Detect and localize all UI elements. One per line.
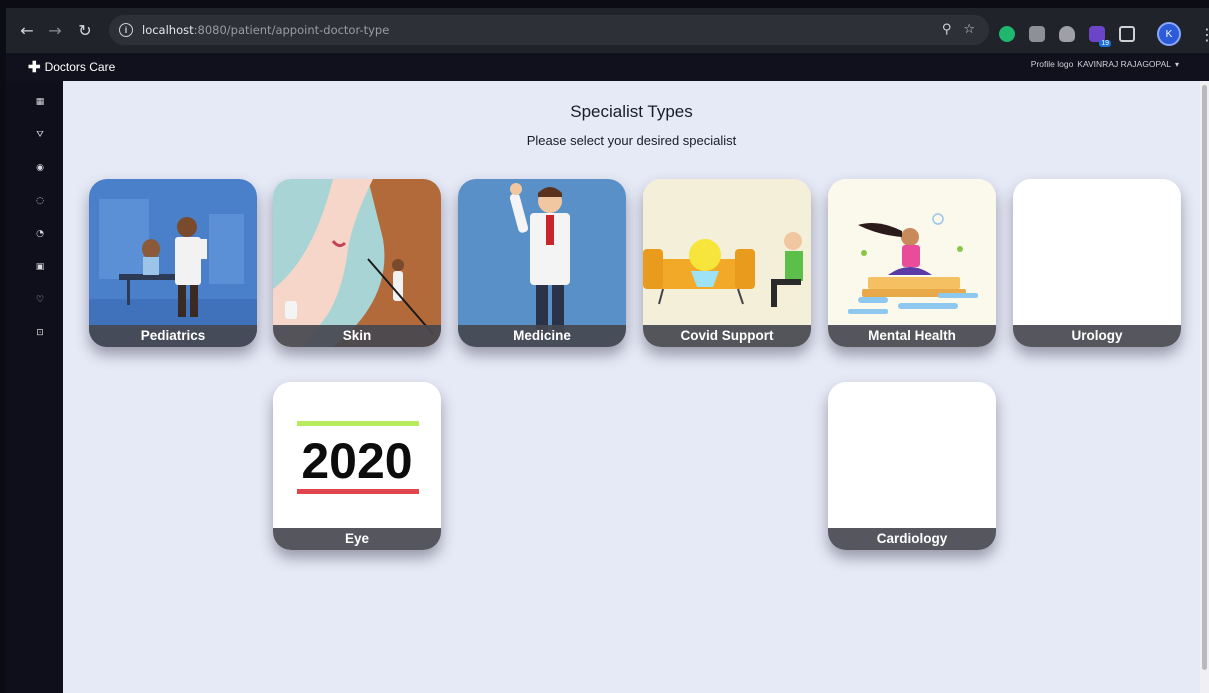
skin-illustration (273, 179, 441, 347)
specialist-card-urology[interactable]: Urology (1013, 179, 1181, 347)
app-navbar: ✚ Doctors Care Profile logo KAVINRAJ RAJ… (6, 53, 1209, 81)
clock-icon[interactable]: ◔ (35, 229, 45, 239)
eye-card-text: 2020 (301, 433, 412, 489)
filter-icon[interactable]: ⛛ (35, 130, 45, 140)
site-info-icon[interactable]: i (119, 23, 133, 37)
specialist-card-eye[interactable]: 2020 Eye (273, 382, 441, 550)
specialist-card-medicine[interactable]: Medicine (458, 179, 626, 347)
extension-icon[interactable]: 19 (1089, 26, 1111, 47)
medicine-illustration (458, 179, 626, 347)
extension-icon[interactable] (1029, 26, 1045, 42)
grammarly-extension-icon[interactable] (999, 26, 1015, 42)
chat-icon[interactable]: ◌ (35, 196, 45, 206)
plus-logo-icon: ✚ (28, 59, 41, 76)
specialist-label: Medicine (458, 325, 626, 347)
address-bar[interactable]: i localhost:8080/patient/appoint-doctor-… (109, 15, 989, 45)
heart-icon[interactable]: ♡ (35, 295, 45, 305)
user-name: KAVINRAJ RAJAGOPAL (1077, 59, 1171, 69)
mental-health-illustration (828, 179, 996, 347)
specialist-label: Mental Health (828, 325, 996, 347)
profile-logo: Profile logo (1030, 59, 1074, 69)
specialist-card-skin[interactable]: Skin (273, 179, 441, 347)
reload-icon[interactable]: ↻ (74, 20, 96, 42)
main-content: Specialist Types Please select your desi… (63, 81, 1200, 693)
sidebar: ▦ ⛛ ◉ ◌ ◔ ▣ ♡ ⊡ (6, 81, 63, 693)
extension-icon[interactable] (1059, 26, 1075, 42)
specialist-label: Eye (273, 528, 441, 550)
bookmark-star-icon[interactable]: ☆ (963, 22, 975, 37)
specialist-card-cardiology[interactable]: Cardiology (828, 382, 996, 550)
covid-support-illustration (643, 179, 811, 347)
target-icon[interactable]: ◉ (35, 163, 45, 173)
pediatrics-illustration (89, 179, 257, 347)
forward-arrow-icon[interactable]: → (44, 20, 66, 42)
brand-name: Doctors Care (44, 60, 116, 74)
dashboard-icon[interactable]: ▦ (35, 97, 45, 107)
specialist-label: Pediatrics (89, 325, 257, 347)
page-subtitle: Please select your desired specialist (526, 133, 737, 148)
eye-illustration: 2020 (273, 382, 441, 550)
logout-icon[interactable]: ⊡ (35, 328, 45, 338)
browser-toolbar: ← → ↻ i localhost:8080/patient/appoint-d… (6, 8, 1209, 53)
url-text[interactable]: localhost:8080/patient/appoint-doctor-ty… (142, 23, 389, 37)
page-title: Specialist Types (570, 102, 693, 121)
calendar-icon[interactable]: ▣ (35, 262, 45, 272)
specialist-card-mental-health[interactable]: Mental Health (828, 179, 996, 347)
browser-menu-icon[interactable]: ⋮ (1199, 25, 1209, 44)
caret-down-icon: ▾ (1174, 59, 1179, 69)
profile-menu[interactable]: Profile logo KAVINRAJ RAJAGOPAL ▾ (1031, 59, 1179, 69)
specialist-label: Cardiology (828, 528, 996, 550)
zoom-icon[interactable]: ⚲ (942, 22, 952, 37)
extensions-puzzle-icon[interactable] (1119, 26, 1135, 42)
specialist-label: Urology (1013, 325, 1181, 347)
extension-badge: 19 (1099, 40, 1111, 47)
specialist-card-covid-support[interactable]: Covid Support (643, 179, 811, 347)
specialist-label: Covid Support (643, 325, 811, 347)
specialist-card-pediatrics[interactable]: Pediatrics (89, 179, 257, 347)
scrollbar-thumb[interactable] (1202, 85, 1207, 670)
browser-profile-avatar[interactable]: K (1157, 22, 1181, 46)
specialist-label: Skin (273, 325, 441, 347)
brand[interactable]: ✚ Doctors Care (28, 58, 115, 76)
back-arrow-icon[interactable]: ← (16, 20, 38, 42)
